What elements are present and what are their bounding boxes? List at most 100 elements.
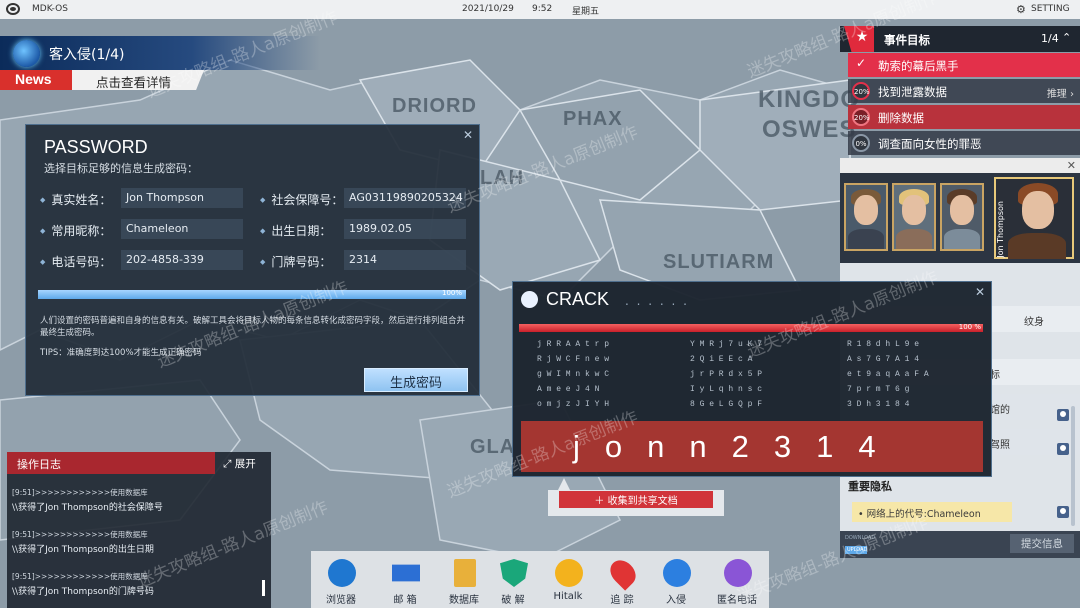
dock-hitalk[interactable]: Hitalk — [543, 559, 593, 605]
password-char: 2 — [731, 429, 774, 464]
news-details-link[interactable]: 点击查看详情 — [72, 70, 204, 90]
field-label-phone: 电话号码： — [40, 253, 111, 270]
operation-log-panel: 操作日志 ⤢ 展开 [9:51]>>>>>>>>>>>>使用数据库 \\获得了J… — [7, 452, 271, 608]
pin-icon[interactable] — [1057, 443, 1069, 455]
dock-tracking[interactable]: 追 踪 — [597, 555, 647, 606]
field-label-real-name: 真实姓名： — [40, 191, 111, 208]
pin-icon[interactable] — [1057, 506, 1069, 518]
field-label-house-number: 门牌号码： — [260, 253, 331, 270]
scrollbar[interactable] — [1071, 406, 1075, 526]
dock-intrude[interactable]: 入侵 — [651, 559, 701, 606]
event-goals-header[interactable]: ★ 事件目标 1/4 ⌃ — [840, 26, 1080, 52]
field-birthdate[interactable]: 1989.02.05 — [344, 219, 466, 239]
password-panel: ✕ PASSWORD 选择目标足够的信息生成密码： 真实姓名： Jon Thom… — [25, 124, 480, 396]
news-tag: News — [0, 70, 72, 90]
password-char: j — [573, 429, 605, 464]
cipher-row: 7 p r m T 6 g — [847, 385, 910, 394]
field-ssn[interactable]: AG03119890205324 — [344, 188, 466, 208]
field-real-name[interactable]: Jon Thompson — [121, 188, 243, 208]
log-scrollbar[interactable] — [262, 580, 265, 596]
chevron-up-icon[interactable]: ⌃ — [1062, 31, 1071, 44]
goal-item[interactable]: 20% 删除数据 — [848, 105, 1080, 129]
submit-info-button[interactable]: 提交信息 — [1010, 534, 1074, 553]
phone-icon — [724, 559, 752, 587]
cracked-password: jonn2314 — [573, 429, 901, 465]
goal-hint-link[interactable]: 推理 › — [1047, 85, 1074, 100]
field-label-birthdate: 出生日期： — [260, 222, 331, 239]
field-label-ssn: 社会保障号： — [260, 191, 343, 208]
crack-title: CRACK — [546, 289, 610, 309]
field-phone[interactable]: 202-4858-339 — [121, 250, 243, 270]
close-icon[interactable]: ✕ — [463, 128, 473, 142]
dock-database[interactable]: 数据库 — [439, 559, 489, 606]
cipher-row: Y M R j 7 u K 7 — [690, 340, 763, 349]
map-label-slutiarm: SLUTIARM — [663, 251, 775, 273]
expand-icon: ⤢ — [223, 458, 232, 470]
settings-button[interactable]: SETTING — [1031, 4, 1070, 14]
password-char: n — [647, 429, 690, 464]
globe-icon — [521, 291, 538, 308]
dock-mail[interactable]: 邮 箱 — [380, 559, 430, 606]
shield-icon — [500, 559, 528, 587]
password-char: n — [689, 429, 732, 464]
progress-ring-icon: 0% — [852, 134, 870, 152]
password-progress-fill — [38, 290, 466, 299]
intrusion-title: 客入侵(1/4) — [49, 47, 125, 63]
cipher-row: o m j z J I Y H — [537, 400, 610, 409]
log-entry-detail: \\获得了Jon Thompson的出生日期 — [12, 545, 154, 555]
password-char: 1 — [816, 429, 859, 464]
character-portraits: Jon Thompson — [840, 173, 1080, 263]
cipher-row: g W I M n k w C — [537, 370, 610, 379]
password-subtitle: 选择目标足够的信息生成密码： — [44, 162, 198, 175]
cipher-row: I y L q h n s c — [690, 385, 763, 394]
cipher-row: 8 G e L G Q p F — [690, 400, 763, 409]
crack-panel: CRACK . . . . . . ✕ 100 % j R R A A t r … — [512, 281, 992, 477]
goal-item[interactable]: 20% 找到泄露数据 推理 › — [848, 79, 1080, 103]
os-logo-icon — [6, 3, 20, 15]
cipher-grid-right: R 1 8 d h L 9 e A s 7 G 7 A 1 4 e t 9 a … — [847, 340, 997, 415]
crack-progress-bar: 100 % — [519, 323, 983, 332]
pin-icon[interactable] — [1057, 409, 1069, 421]
dock-browser[interactable]: 浏览器 — [316, 559, 366, 606]
alias-entry[interactable]: • 网络上的代号:Chameleon — [852, 502, 1012, 522]
password-title: PASSWORD — [44, 137, 148, 157]
event-goals-panel: ★ 事件目标 1/4 ⌃ ✓ 勒索的幕后黑手 20% 找到泄露数据 推理 › 2… — [840, 26, 1080, 156]
clock-weekday: 星期五 — [572, 7, 600, 17]
goal-item[interactable]: ✓ 勒索的幕后黑手 — [848, 53, 1080, 77]
log-entry-header: [9:51]>>>>>>>>>>>>使用数据库 — [12, 530, 148, 539]
dock-label: 数据库 — [449, 595, 479, 606]
goal-text: 删除数据 — [878, 111, 924, 125]
dock-crack[interactable]: 破 解 — [488, 559, 538, 606]
cracked-password-display: jonn2314 — [521, 421, 983, 472]
close-icon[interactable]: ✕ — [975, 285, 985, 299]
checkmark-icon: ✓ — [855, 56, 867, 70]
close-icon[interactable]: ✕ — [1067, 159, 1076, 172]
field-nickname[interactable]: Chameleon — [121, 219, 243, 239]
goal-text: 调查面向女性的罪恶 — [878, 137, 982, 151]
expand-log-button[interactable]: ⤢ 展开 — [223, 456, 256, 471]
star-icon: ★ — [844, 26, 874, 52]
goal-item[interactable]: 0% 调查面向女性的罪恶 — [848, 131, 1080, 155]
dock-anonymous-call[interactable]: 匿名电话 — [712, 559, 762, 606]
dock-label: 浏览器 — [326, 595, 356, 606]
portrait-young-man[interactable] — [940, 183, 984, 251]
portrait-man-glasses[interactable] — [844, 183, 888, 251]
globe-icon — [328, 559, 356, 587]
portrait-woman-blonde[interactable] — [892, 183, 936, 251]
globe-icon — [13, 40, 40, 67]
log-entry-detail: \\获得了Jon Thompson的社会保障号 — [12, 503, 163, 513]
field-label-nickname: 常用昵称： — [40, 222, 111, 239]
collect-to-shared-doc-button[interactable]: ＋ 收集到共享文档 — [559, 491, 713, 508]
progress-ring-icon: 20% — [852, 82, 870, 100]
expand-label: 展开 — [234, 458, 256, 470]
crack-progress-label: 100 % — [958, 323, 981, 331]
gear-icon[interactable]: ⚙ — [1016, 3, 1026, 16]
map-label-driord: DRIORD — [392, 95, 477, 117]
password-progress-bar: 100% — [38, 289, 466, 299]
cipher-row: R j W C F n e w — [537, 355, 610, 364]
dock-label: 追 踪 — [610, 595, 634, 606]
generate-password-button[interactable]: 生成密码 — [364, 368, 468, 392]
event-goals-count: 1/4 — [1041, 32, 1059, 45]
field-house-number[interactable]: 2314 — [344, 250, 466, 270]
dock-label: Hitalk — [553, 591, 583, 602]
